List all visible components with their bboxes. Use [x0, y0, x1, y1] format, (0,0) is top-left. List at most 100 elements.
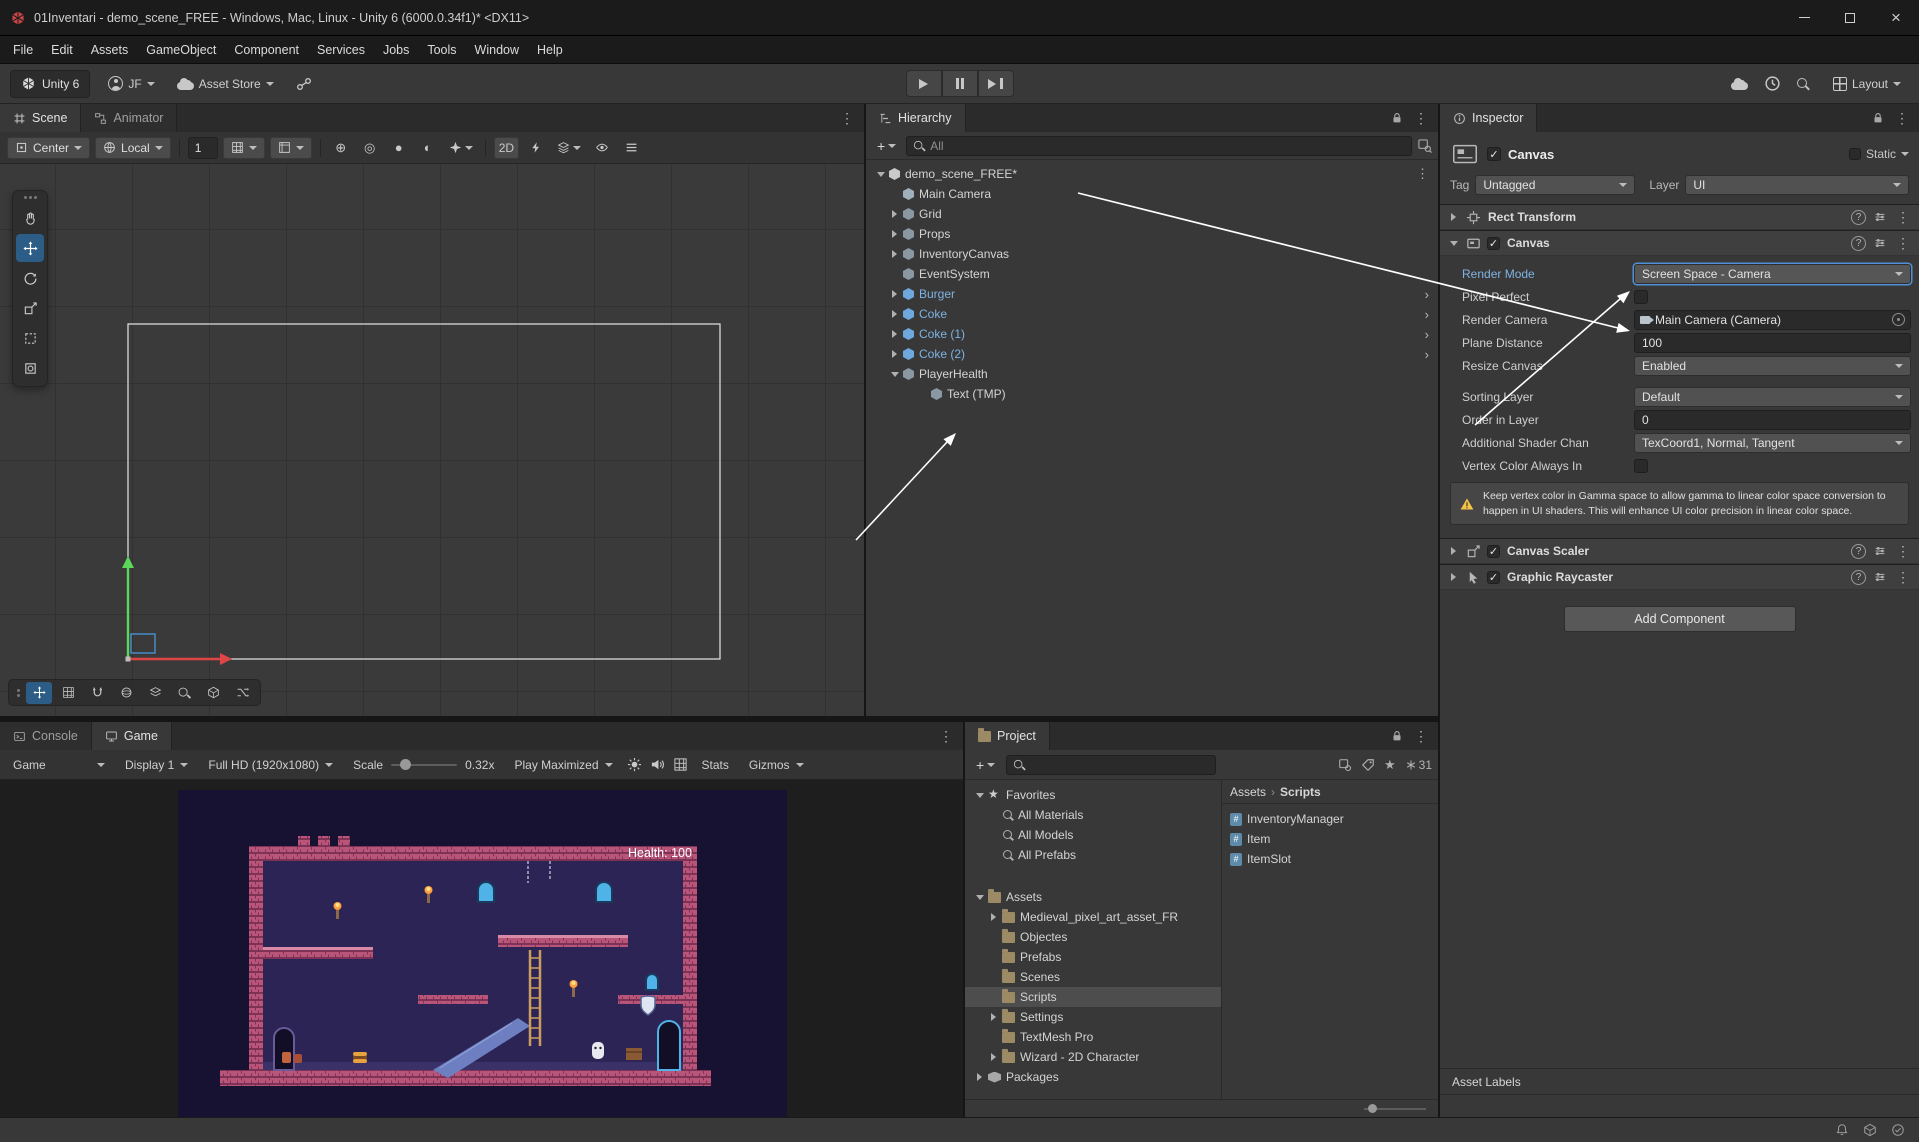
gizmo-toggle-half[interactable]: ◐ [416, 137, 440, 159]
resize-canvas-dropdown[interactable]: Enabled [1634, 355, 1911, 376]
component-enabled-checkbox[interactable]: ✓ [1487, 236, 1500, 250]
scale-tool-button[interactable] [16, 294, 44, 322]
sorting-layer-dropdown[interactable]: Default [1634, 386, 1911, 407]
project-tree-row[interactable]: Scenes [965, 967, 1221, 987]
asset-store-dropdown[interactable]: Asset Store [169, 70, 282, 98]
shader-channels-dropdown[interactable]: TexCoord1, Normal, Tangent [1634, 432, 1911, 453]
foldout-arrow-icon[interactable] [977, 1073, 982, 1081]
prefab-open-chevron-icon[interactable]: › [1425, 307, 1429, 322]
tab-console[interactable]: Console [0, 722, 92, 750]
snap-increment-dropdown[interactable] [269, 136, 312, 159]
move-tool-button[interactable] [16, 234, 44, 262]
overlay-grid-button[interactable] [55, 682, 81, 704]
static-dropdown[interactable]: Static [1848, 147, 1909, 161]
component-menu-icon[interactable]: ⋮ [1894, 569, 1912, 586]
game-view-dropdown[interactable]: Game [7, 754, 111, 776]
pixel-perfect-checkbox[interactable] [1634, 289, 1648, 304]
camera-settings-button[interactable] [619, 137, 643, 159]
gameobject-name[interactable]: Canvas [1508, 147, 1842, 162]
play-button[interactable] [905, 70, 942, 97]
file-row[interactable]: # InventoryManager [1222, 809, 1438, 829]
lock-icon[interactable] [1390, 111, 1404, 125]
tab-project[interactable]: Project [965, 722, 1050, 750]
menu-item[interactable]: Assets [82, 38, 138, 62]
scene-visibility-toggle[interactable] [590, 137, 614, 159]
audio-mute-icon[interactable] [650, 757, 665, 772]
hierarchy-row[interactable]: Main Camera › ⋮ [866, 184, 1438, 204]
project-tree-row[interactable]: Favorites [965, 785, 1221, 805]
project-search-input[interactable] [1006, 754, 1217, 775]
overlay-sphere-button[interactable] [113, 682, 139, 704]
account-dropdown[interactable]: JF [100, 70, 162, 98]
collab-button[interactable] [288, 70, 320, 98]
step-button[interactable] [977, 70, 1014, 97]
foldout-arrow-icon[interactable] [1451, 213, 1456, 221]
tab-game[interactable]: Game [91, 722, 172, 750]
help-icon[interactable]: ? [1851, 235, 1866, 251]
history-icon[interactable] [1764, 75, 1781, 92]
component-enabled-checkbox[interactable]: ✓ [1487, 544, 1500, 558]
presets-icon[interactable] [1873, 570, 1887, 584]
plane-distance-field[interactable]: 100 [1634, 332, 1911, 353]
menu-item[interactable]: Window [466, 38, 528, 62]
foldout-arrow-icon[interactable] [890, 371, 899, 377]
presets-icon[interactable] [1873, 236, 1887, 250]
tab-inspector[interactable]: Inspector [1440, 104, 1538, 132]
minimize-button[interactable] [1781, 0, 1827, 36]
static-checkbox[interactable] [1848, 148, 1861, 160]
component-menu-icon[interactable]: ⋮ [1894, 235, 1912, 252]
project-tree-row[interactable]: All Prefabs [965, 845, 1221, 865]
palette-drag-handle[interactable] [23, 196, 37, 199]
help-icon[interactable]: ? [1851, 209, 1866, 225]
foldout-arrow-icon[interactable] [892, 250, 897, 258]
search-by-type-icon[interactable] [1338, 758, 1352, 772]
file-row[interactable]: # Item [1222, 829, 1438, 849]
hierarchy-row[interactable]: Text (TMP) › ⋮ [866, 384, 1438, 404]
hierarchy-row[interactable]: demo_scene_FREE* › ⋮ [866, 164, 1438, 184]
render-camera-object-field[interactable]: Main Camera (Camera) [1634, 309, 1911, 330]
overlay-drag-handle[interactable] [17, 688, 20, 697]
foldout-arrow-icon[interactable] [876, 171, 885, 177]
scale-slider[interactable] [391, 759, 458, 770]
tag-dropdown[interactable]: Untagged [1475, 175, 1636, 195]
foldout-arrow-icon[interactable] [892, 230, 897, 238]
overlay-move-button[interactable] [26, 681, 52, 704]
render-mode-dropdown[interactable]: Screen Space - Camera [1634, 263, 1911, 284]
tool-pivot-dropdown[interactable]: Center [7, 136, 91, 159]
unity-version-badge[interactable]: Unity 6 [10, 69, 91, 98]
gizmo-toggle-ring[interactable]: ◎ [358, 137, 382, 159]
foldout-arrow-icon[interactable] [892, 350, 897, 358]
foldout-arrow-icon[interactable] [892, 310, 897, 318]
overlay-search-button[interactable] [171, 682, 197, 704]
lock-icon[interactable] [1871, 111, 1885, 125]
foldout-arrow-icon[interactable] [991, 913, 996, 921]
overlay-layers-button[interactable] [142, 682, 168, 704]
search-icon[interactable] [1796, 77, 1809, 90]
grid-size-field[interactable]: 1 [187, 136, 218, 159]
lock-icon[interactable] [1390, 729, 1404, 743]
menu-item[interactable]: Tools [418, 38, 465, 62]
foldout-arrow-icon[interactable] [975, 894, 984, 900]
help-icon[interactable]: ? [1851, 569, 1866, 585]
project-tree-row[interactable]: All Models [965, 825, 1221, 845]
breadcrumb-root[interactable]: Assets [1230, 785, 1266, 799]
hidden-packages-count[interactable]: 31 [1405, 758, 1432, 772]
maximize-button[interactable] [1827, 0, 1873, 36]
view-tool-button[interactable] [16, 204, 44, 232]
play-maximized-dropdown[interactable]: Play Maximized [508, 754, 618, 776]
tool-orientation-dropdown[interactable]: Local [95, 136, 171, 159]
graphic-raycaster-header[interactable]: ✓ Graphic Raycaster ? ⋮ [1440, 564, 1919, 591]
transform-tool-button[interactable] [16, 354, 44, 382]
menu-item[interactable]: Component [225, 38, 308, 62]
favorites-filter-icon[interactable]: ★ [1384, 757, 1396, 773]
vsync-grid-icon[interactable] [673, 757, 688, 772]
layers-visibility-dropdown[interactable] [553, 137, 585, 159]
foldout-arrow-icon[interactable] [892, 210, 897, 218]
gizmo-toggle-crosshair[interactable]: ⊕ [329, 137, 353, 159]
foldout-arrow-icon[interactable] [975, 792, 984, 798]
add-component-button[interactable]: Add Component [1563, 606, 1796, 633]
project-panel-menu-icon[interactable]: ⋮ [1412, 728, 1430, 745]
project-tree-row[interactable]: Scripts [965, 987, 1221, 1007]
project-tree-row[interactable]: Medieval_pixel_art_asset_FR [965, 907, 1221, 927]
layer-dropdown[interactable]: UI [1685, 175, 1909, 195]
